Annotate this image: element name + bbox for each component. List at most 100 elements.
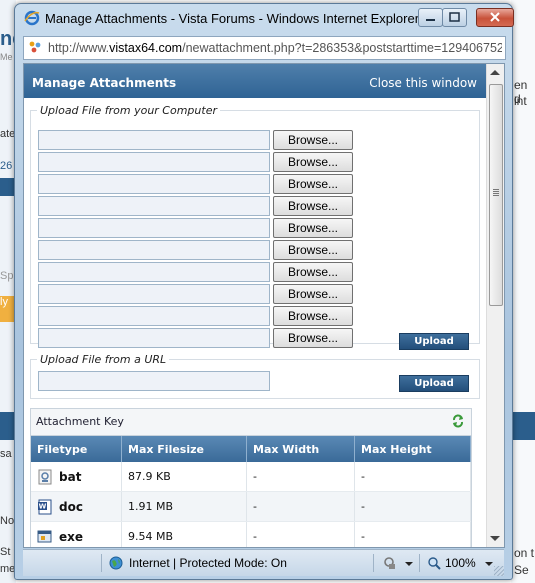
- background-bar: [511, 412, 535, 440]
- file-path-input[interactable]: [38, 328, 270, 348]
- internet-explorer-icon: [24, 10, 40, 26]
- max-filesize-cell: 1.91 MB: [121, 491, 247, 522]
- scroll-down-icon[interactable]: [490, 536, 500, 541]
- background-text: Se: [514, 563, 529, 577]
- status-divider: [373, 554, 374, 572]
- upload-from-url-group: Upload File from a URL Upload: [30, 353, 480, 399]
- close-this-window-link[interactable]: Close this window: [369, 76, 477, 90]
- browse-button[interactable]: Browse...: [273, 306, 353, 326]
- browse-button[interactable]: Browse...: [273, 174, 353, 194]
- attachment-key: Attachment Key Filetype Max Filesize Max…: [30, 408, 472, 547]
- file-path-input[interactable]: [38, 174, 270, 194]
- column-header-filetype: Filetype: [31, 436, 122, 462]
- background-text: 26: [0, 160, 13, 172]
- attachment-key-table: Filetype Max Filesize Max Width Max Heig…: [31, 436, 471, 547]
- url-input[interactable]: [38, 371, 270, 391]
- browse-button[interactable]: Browse...: [273, 218, 353, 238]
- background-text: St: [0, 546, 11, 558]
- max-height-cell: -: [354, 491, 471, 522]
- chevron-down-icon[interactable]: [405, 562, 413, 566]
- maximize-icon: [449, 12, 460, 22]
- filetype-name: exe: [59, 529, 84, 544]
- file-path-input[interactable]: [38, 262, 270, 282]
- attachment-key-title: Attachment Key: [36, 415, 124, 428]
- max-width-cell: -: [246, 462, 355, 492]
- filetype-cell: W doc: [31, 491, 122, 522]
- status-divider: [419, 554, 420, 572]
- minimize-icon: [426, 19, 435, 21]
- chevron-down-icon[interactable]: [485, 562, 493, 566]
- upload-from-computer-legend: Upload File from your Computer: [40, 104, 217, 117]
- background-text: Me: [0, 52, 13, 62]
- browse-button[interactable]: Browse...: [273, 196, 353, 216]
- file-path-input[interactable]: [38, 284, 270, 304]
- file-path-input[interactable]: [38, 240, 270, 260]
- upload-computer-button[interactable]: Upload: [399, 333, 469, 350]
- scroll-thumb[interactable]: [489, 84, 503, 306]
- background-text: me: [0, 563, 16, 575]
- browse-button[interactable]: Browse...: [273, 262, 353, 282]
- ie-popup-window: Manage Attachments - Vista Forums - Wind…: [14, 3, 514, 580]
- scroll-grip-icon: [493, 189, 499, 190]
- column-header-max-width: Max Width: [246, 436, 355, 462]
- browse-button[interactable]: Browse...: [273, 130, 353, 150]
- max-height-cell: -: [354, 462, 471, 492]
- file-path-input[interactable]: [38, 306, 270, 326]
- svg-text:W: W: [39, 502, 47, 510]
- url-text[interactable]: http://www.vistax64.com/newattachment.ph…: [48, 41, 502, 55]
- window-title: Manage Attachments - Vista Forums - Wind…: [45, 11, 420, 26]
- filetype-name: doc: [59, 499, 83, 514]
- background-text: int: [514, 94, 527, 108]
- scroll-up-icon[interactable]: [490, 70, 500, 75]
- minimize-button[interactable]: [418, 8, 443, 27]
- file-path-input[interactable]: [38, 196, 270, 216]
- background-text: sa: [0, 448, 12, 460]
- table-row: W doc 1.91 MB - -: [31, 491, 471, 522]
- browse-button[interactable]: Browse...: [273, 240, 353, 260]
- table-row: exe 9.54 MB - -: [31, 521, 471, 547]
- filetype-cell: exe: [31, 521, 122, 547]
- address-bar[interactable]: http://www.vistax64.com/newattachment.ph…: [23, 36, 506, 60]
- maximize-button[interactable]: [442, 8, 467, 27]
- filetype-name: bat: [59, 469, 82, 484]
- protected-mode-icon[interactable]: [383, 556, 397, 570]
- page-icon: [29, 41, 41, 53]
- panel-header: Manage Attachments Close this window: [24, 64, 486, 98]
- close-icon: [490, 12, 500, 22]
- max-width-cell: -: [246, 491, 355, 522]
- globe-icon: [109, 556, 123, 570]
- background-text: No: [0, 515, 15, 527]
- exe-file-icon: [37, 530, 52, 542]
- upload-from-computer-group: Upload File from your Computer Browse...…: [30, 104, 480, 350]
- refresh-icon[interactable]: [451, 414, 465, 428]
- zoom-level[interactable]: 100%: [445, 556, 476, 570]
- security-zone-text[interactable]: Internet | Protected Mode: On: [129, 556, 287, 570]
- max-width-cell: -: [246, 521, 355, 547]
- filetype-cell: bat: [31, 462, 122, 492]
- title-bar[interactable]: Manage Attachments - Vista Forums - Wind…: [15, 4, 514, 32]
- file-path-input[interactable]: [38, 152, 270, 172]
- zoom-icon[interactable]: [427, 556, 441, 570]
- file-path-input[interactable]: [38, 218, 270, 238]
- browse-button[interactable]: Browse...: [273, 152, 353, 172]
- upload-url-button[interactable]: Upload: [399, 375, 469, 392]
- browse-button[interactable]: Browse...: [273, 328, 353, 348]
- table-row: bat 87.9 KB - -: [31, 462, 471, 492]
- vertical-scrollbar[interactable]: [486, 64, 504, 547]
- column-header-max-height: Max Height: [354, 436, 471, 462]
- word-doc-icon: W: [38, 499, 52, 514]
- upload-from-url-legend: Upload File from a URL: [40, 353, 167, 366]
- close-window-button[interactable]: [476, 8, 514, 27]
- page-viewport: Manage Attachments Close this window Upl…: [23, 63, 505, 548]
- status-bar: Internet | Protected Mode: On 100%: [23, 549, 504, 576]
- resize-grip-icon[interactable]: [494, 566, 504, 576]
- browse-button[interactable]: Browse...: [273, 284, 353, 304]
- background-text: on t: [514, 546, 535, 560]
- max-filesize-cell: 9.54 MB: [121, 521, 247, 547]
- background-text: ate: [0, 128, 16, 140]
- panel-title: Manage Attachments: [32, 76, 177, 90]
- bat-file-icon: [38, 469, 52, 484]
- max-height-cell: -: [354, 521, 471, 547]
- max-filesize-cell: 87.9 KB: [121, 462, 247, 492]
- file-path-input[interactable]: [38, 130, 270, 150]
